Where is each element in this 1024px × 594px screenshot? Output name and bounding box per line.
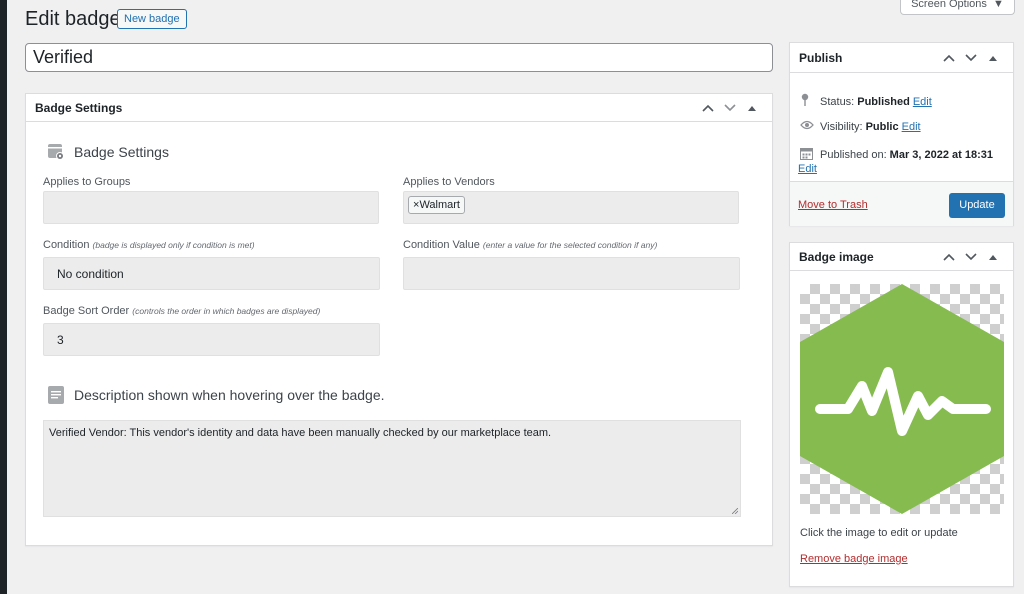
status-label: Status:	[820, 95, 855, 108]
publish-box: Publish Status: Published Edit Visibilit…	[789, 42, 1014, 226]
visibility-label: Visibility:	[820, 120, 863, 133]
description-section-label: Description shown when hovering over the…	[74, 387, 385, 403]
badge-image-header: Badge image	[790, 243, 1013, 271]
condition-value-label: Condition Value (enter a value for the s…	[403, 239, 657, 251]
vendor-tag: ×Walmart	[408, 196, 465, 214]
published-value: Mar 3, 2022 at 18:31	[889, 149, 994, 161]
sort-order-label-text: Badge Sort Order	[43, 305, 130, 317]
condition-select[interactable]: No condition	[43, 257, 380, 290]
description-textarea[interactable]: Verified Vendor: This vendor's identity …	[43, 420, 741, 517]
publish-title: Publish	[799, 50, 843, 65]
applies-groups-field[interactable]	[43, 191, 379, 224]
post-title-input[interactable]: Verified	[25, 43, 773, 72]
sort-order-note: (controls the order in which badges are …	[132, 306, 321, 316]
screen-options-label: Screen Options	[911, 0, 987, 10]
status-row: Status: Published Edit	[800, 93, 932, 110]
document-icon	[48, 386, 64, 404]
status-value: Published	[857, 95, 910, 108]
condition-value-note: (enter a value for the selected conditio…	[482, 240, 658, 250]
sort-order-label: Badge Sort Order (controls the order in …	[43, 305, 320, 317]
remove-badge-image-link[interactable]: Remove badge image	[800, 553, 908, 565]
sort-order-input[interactable]: 3	[43, 323, 380, 356]
move-up-icon[interactable]	[938, 253, 960, 261]
settings-section-title: Badge Settings	[47, 143, 169, 161]
badge-image-box: Badge image Click the image to edit or u…	[789, 242, 1014, 587]
applies-vendors-field[interactable]: ×Walmart	[403, 191, 739, 224]
badge-image[interactable]	[800, 284, 1004, 514]
move-down-icon[interactable]	[960, 252, 982, 261]
move-down-icon[interactable]	[960, 53, 982, 62]
publish-header: Publish	[790, 43, 1013, 73]
caret-down-icon: ▼	[989, 0, 1004, 10]
settings-section-label: Badge Settings	[74, 144, 169, 160]
screen-options-toggle[interactable]: Screen Options ▼	[900, 0, 1015, 15]
move-up-icon[interactable]	[697, 104, 719, 112]
heartbeat-badge-icon	[800, 284, 1004, 514]
applies-vendors-label: Applies to Vendors	[403, 176, 495, 188]
visibility-value: Public	[865, 120, 899, 133]
vendor-tag-label: Walmart	[419, 199, 460, 211]
published-edit-row: Edit	[798, 163, 817, 175]
condition-value-label-text: Condition Value	[403, 239, 480, 251]
calendar-icon	[800, 147, 814, 163]
condition-note: (badge is displayed only if condition is…	[92, 240, 255, 250]
status-edit-link[interactable]: Edit	[913, 96, 932, 108]
eye-icon	[800, 120, 814, 133]
condition-label-text: Condition	[43, 239, 90, 251]
description-text: Verified Vendor: This vendor's identity …	[49, 427, 552, 439]
image-caption: Click the image to edit or update	[800, 527, 958, 539]
published-row: Published on: Mar 3, 2022 at 18:31	[800, 147, 993, 163]
collapse-toggle-icon[interactable]	[982, 55, 1004, 61]
condition-value-input[interactable]	[403, 257, 740, 290]
resize-handle-icon[interactable]	[732, 508, 738, 514]
move-up-icon[interactable]	[938, 54, 960, 62]
published-edit-link[interactable]: Edit	[798, 163, 817, 175]
badge-image-title: Badge image	[799, 249, 874, 264]
visibility-edit-link[interactable]: Edit	[902, 121, 921, 133]
move-to-trash-link[interactable]: Move to Trash	[798, 199, 868, 211]
move-down-icon[interactable]	[719, 103, 741, 112]
collapse-toggle-icon[interactable]	[741, 105, 763, 111]
admin-sidebar-edge	[0, 0, 7, 594]
description-section-title: Description shown when hovering over the…	[47, 386, 385, 404]
pin-icon	[800, 93, 814, 110]
visibility-row: Visibility: Public Edit	[800, 120, 921, 133]
publish-actions: Move to Trash Update	[790, 181, 1013, 226]
collapse-toggle-icon[interactable]	[982, 254, 1004, 260]
condition-label: Condition (badge is displayed only if co…	[43, 239, 255, 251]
page-title: Edit badge	[25, 8, 121, 30]
update-button[interactable]: Update	[949, 193, 1005, 218]
applies-groups-label: Applies to Groups	[43, 176, 131, 188]
new-badge-button[interactable]: New badge	[117, 9, 187, 29]
badge-settings-box: Badge Settings Badge Settings Applies to…	[25, 93, 773, 546]
badge-settings-header: Badge Settings	[26, 94, 772, 122]
published-label: Published on:	[820, 149, 887, 161]
badge-settings-box-title: Badge Settings	[35, 100, 123, 115]
settings-gear-icon	[48, 144, 64, 160]
